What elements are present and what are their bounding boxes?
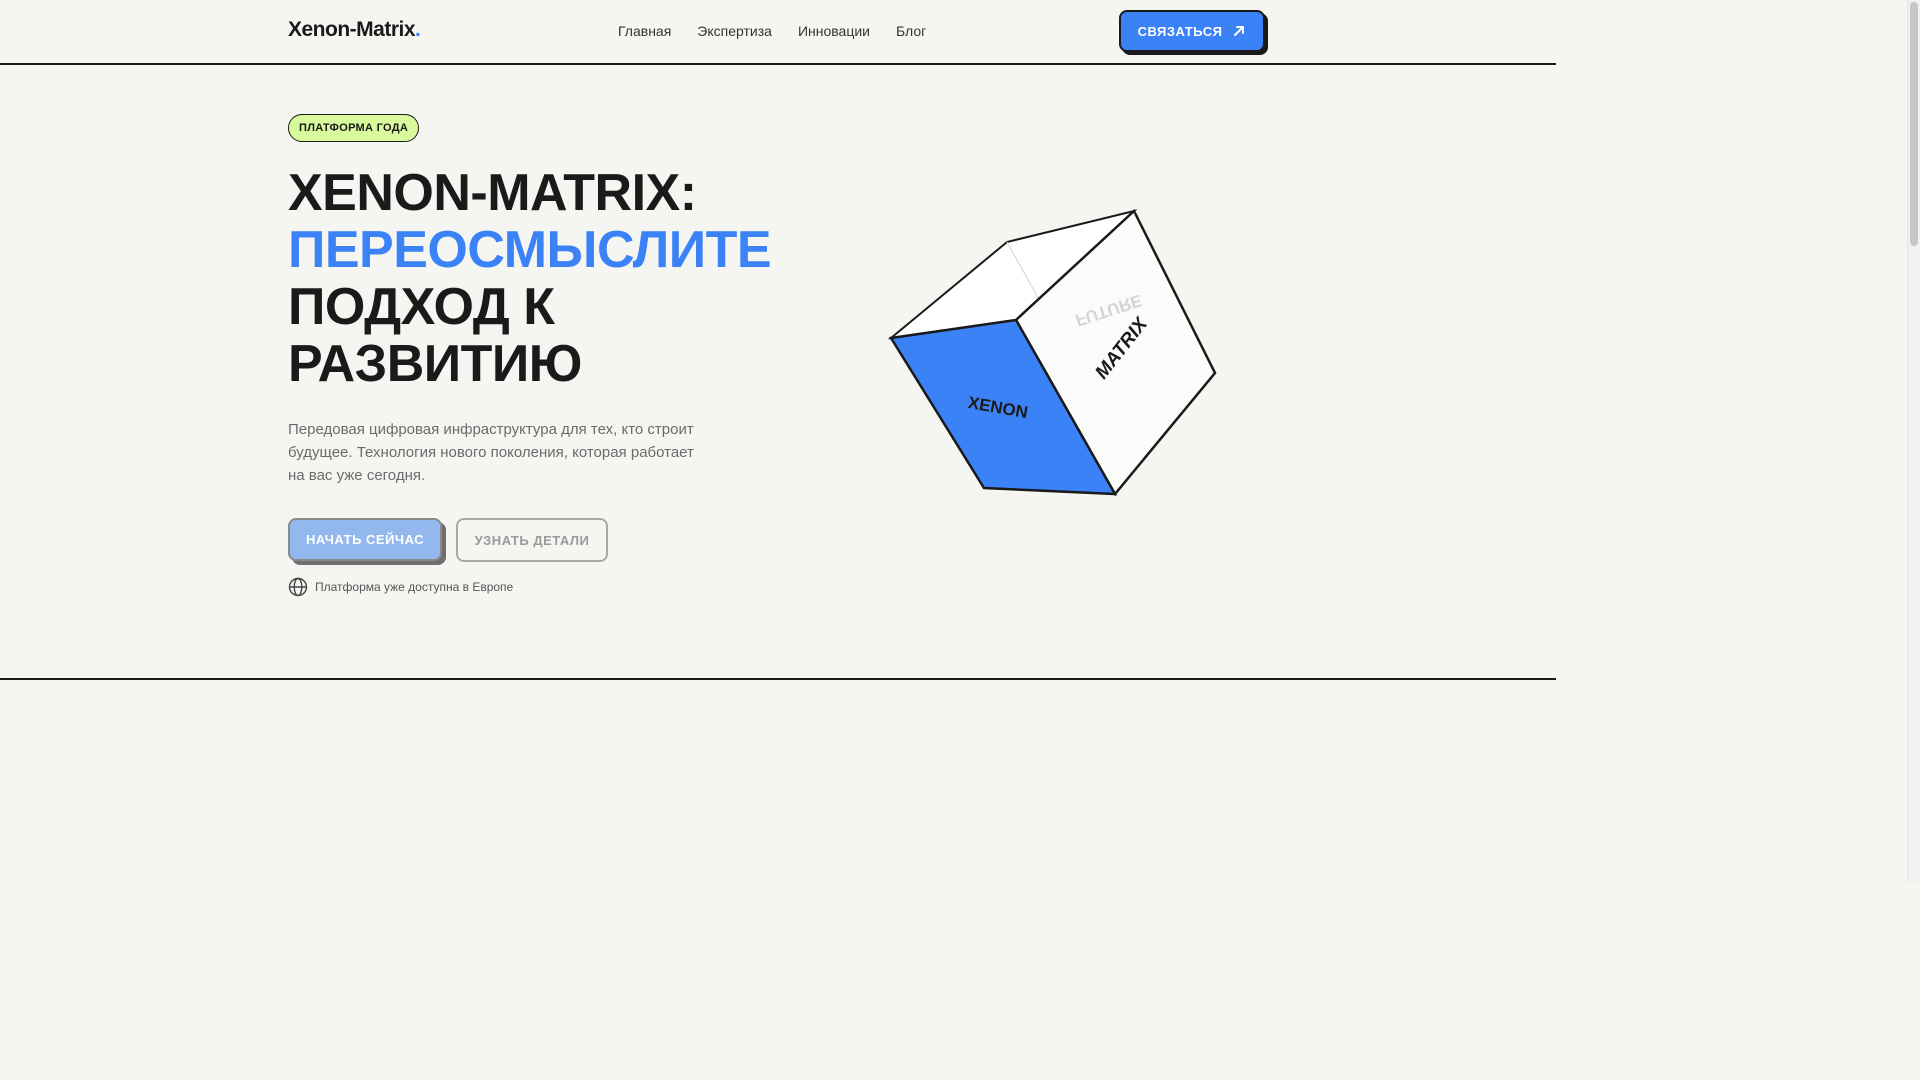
logo-text: Xenon-Matrix	[288, 18, 416, 41]
site-header: Xenon-Matrix. Главная Экспертиза Инновац…	[0, 0, 1556, 65]
learn-more-button[interactable]: УЗНАТЬ ДЕТАЛИ	[456, 518, 608, 562]
page: Xenon-Matrix. Главная Экспертиза Инновац…	[0, 0, 1556, 882]
cube-illustration: XENON MATRIX FUTURE	[887, 208, 1217, 497]
hero-title: XENON-MATRIX: ПЕРЕОСМЫСЛИТЕ ПОДХОД К РАЗ…	[288, 164, 772, 393]
scrollbar-thumb[interactable]	[1910, 2, 1918, 246]
nav-link-expertise[interactable]: Экспертиза	[697, 23, 772, 39]
contact-button-label: СВЯЗАТЬСЯ	[1137, 23, 1223, 39]
hero-title-line-4: РАЗВИТИЮ	[288, 335, 582, 393]
page-scrollbar[interactable]	[1907, 0, 1920, 882]
nav-link-home[interactable]: Главная	[618, 23, 671, 39]
hero-title-line-2: ПЕРЕОСМЫСЛИТЕ	[288, 221, 772, 279]
platform-badge: ПЛАТФОРМА ГОДА	[288, 114, 420, 142]
contact-button[interactable]: СВЯЗАТЬСЯ	[1119, 10, 1265, 52]
nav-link-blog[interactable]: Блог	[896, 23, 926, 39]
main-nav: Главная Экспертиза Инновации Блог	[618, 23, 926, 39]
logo-dot: .	[415, 18, 421, 41]
next-section	[0, 680, 1556, 882]
arrow-up-right-icon	[1234, 26, 1245, 36]
hero-description: Передовая цифровая инфраструктура для те…	[288, 421, 694, 484]
globe-icon	[288, 577, 308, 597]
availability-note: Платформа уже доступна в Европе	[288, 577, 513, 597]
hero-title-line-3: ПОДХОД К	[288, 278, 555, 336]
availability-text: Платформа уже доступна в Европе	[315, 580, 514, 594]
logo[interactable]: Xenon-Matrix.	[288, 18, 421, 42]
start-now-button[interactable]: НАЧАТЬ СЕЙЧАС	[288, 518, 442, 561]
nav-link-innovations[interactable]: Инновации	[798, 23, 870, 39]
hero-title-line-1: XENON-MATRIX:	[288, 164, 697, 222]
